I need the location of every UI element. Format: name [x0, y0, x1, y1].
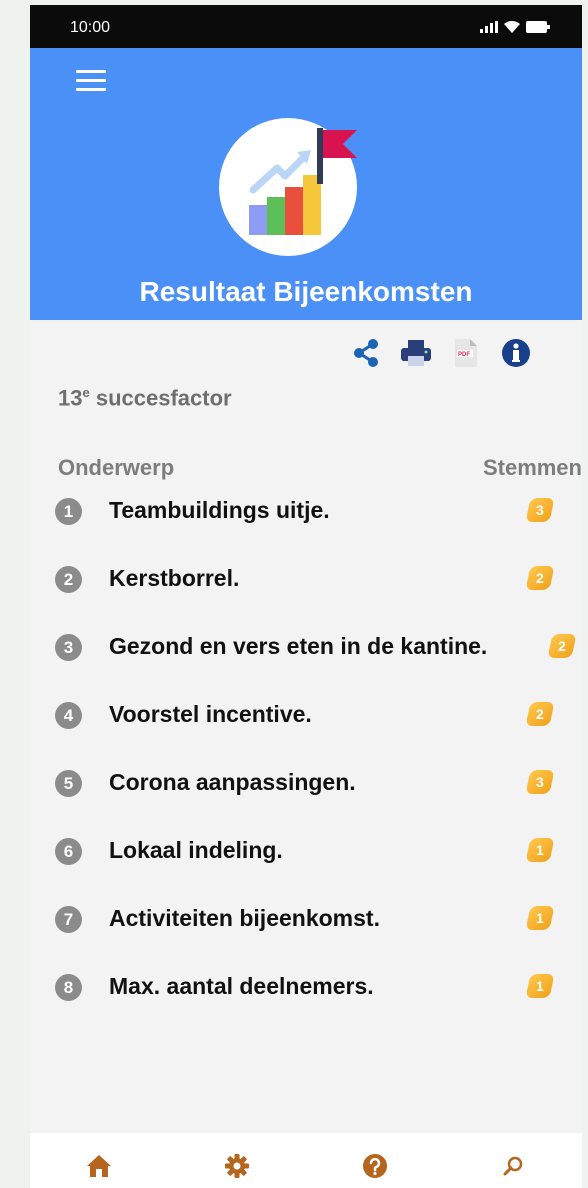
share-button[interactable]: [348, 335, 384, 371]
item-label: Max. aantal deelnemers.: [109, 973, 374, 999]
list-item[interactable]: 7 Activiteiten bijeenkomst. 1: [30, 895, 582, 945]
svg-text:PDF: PDF: [458, 352, 470, 358]
list-item[interactable]: 3 Gezond en vers eten in de kantine. 2: [30, 623, 582, 673]
pdf-icon: PDF: [455, 339, 477, 367]
item-label: Kerstborrel.: [109, 565, 240, 591]
battery-icon: [526, 20, 550, 33]
rank-badge: 7: [55, 906, 82, 933]
list-item[interactable]: 8 Max. aantal deelnemers. 1: [30, 963, 582, 1013]
rank-badge: 8: [55, 974, 82, 1001]
column-header-subject: Onderwerp: [58, 455, 175, 480]
list-item[interactable]: 4 Voorstel incentive. 2: [30, 691, 582, 741]
info-button[interactable]: [498, 335, 534, 371]
rank-badge: 5: [55, 770, 82, 797]
home-icon: [87, 1154, 111, 1177]
item-label: Gezond en vers eten in de kantine.: [109, 633, 488, 659]
help-icon: [363, 1153, 387, 1178]
wifi-icon: [504, 20, 520, 33]
status-icons: [480, 20, 550, 33]
item-label: Corona aanpassingen.: [109, 769, 356, 795]
gear-icon: [225, 1153, 249, 1178]
list-item[interactable]: 1 Teambuildings uitje. 3: [30, 487, 582, 537]
search-icon: [503, 1156, 523, 1175]
rank-badge: 4: [55, 702, 82, 729]
phone-screen: 10:00 Resultaat Bijeenkomsten PDF 13e su…: [30, 5, 582, 1188]
menu-button[interactable]: [76, 70, 106, 94]
item-label: Voorstel incentive.: [109, 701, 312, 727]
rank-badge: 3: [55, 634, 82, 661]
rank-badge: 6: [55, 838, 82, 865]
app-header: Resultaat Bijeenkomsten: [30, 48, 582, 320]
nav-search-button[interactable]: [444, 1133, 582, 1188]
vote-count-badge: 2: [525, 566, 555, 590]
item-label: Activiteiten bijeenkomst.: [109, 905, 380, 931]
pdf-button[interactable]: PDF: [448, 335, 484, 371]
column-header-votes: Stemmen: [482, 455, 582, 480]
action-toolbar: PDF: [348, 335, 534, 371]
vote-count-badge: 2: [525, 702, 555, 726]
nav-home-button[interactable]: [30, 1133, 168, 1188]
print-button[interactable]: [398, 335, 434, 371]
list-item[interactable]: 6 Lokaal indeling. 1: [30, 827, 582, 877]
nav-settings-button[interactable]: [168, 1133, 306, 1188]
vote-count-badge: 2: [547, 634, 577, 658]
list-item[interactable]: 2 Kerstborrel. 2: [30, 555, 582, 605]
page-title: Resultaat Bijeenkomsten: [139, 276, 473, 307]
item-label: Teambuildings uitje.: [109, 497, 330, 523]
item-label: Lokaal indeling.: [109, 837, 283, 863]
status-bar: 10:00: [30, 5, 582, 48]
vote-count-badge: 1: [525, 838, 555, 862]
list-item[interactable]: 5 Corona aanpassingen. 3: [30, 759, 582, 809]
status-time: 10:00: [70, 19, 111, 36]
signal-icon: [480, 20, 498, 33]
rank-badge: 2: [55, 566, 82, 593]
menu-icon: [76, 70, 106, 73]
vote-count-badge: 3: [525, 770, 555, 794]
vote-count-badge: 3: [525, 498, 555, 522]
vote-count-badge: 1: [525, 906, 555, 930]
rank-badge: 1: [55, 498, 82, 525]
share-icon: [354, 339, 378, 367]
section-subtitle: 13e succesfactor: [58, 385, 232, 411]
print-icon: [401, 340, 431, 366]
vote-count-badge: 1: [525, 974, 555, 998]
bottom-navigation: [30, 1133, 582, 1188]
growth-chart-icon: [249, 128, 357, 235]
nav-help-button[interactable]: [306, 1133, 444, 1188]
info-icon: [502, 339, 530, 367]
app-logo: [219, 118, 357, 256]
